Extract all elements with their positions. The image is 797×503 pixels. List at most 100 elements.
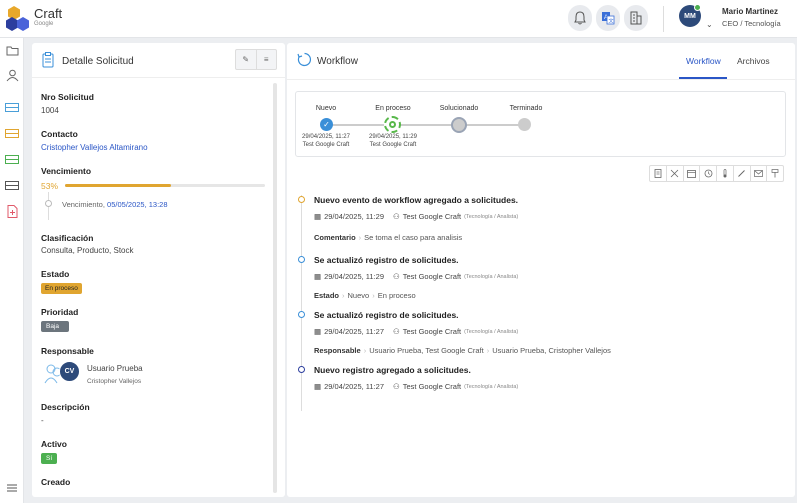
- event-detail-label: Responsable: [314, 346, 361, 355]
- responsable-sub: Cristopher Vallejos: [87, 378, 142, 385]
- calendar-icon: ▦: [314, 382, 322, 391]
- ticket-icon[interactable]: [5, 152, 19, 166]
- user-icon: ⚇: [393, 327, 400, 336]
- header-divider: [663, 6, 664, 32]
- step-done-check-icon[interactable]: ✓: [320, 118, 333, 131]
- ticket-icon[interactable]: [5, 126, 19, 140]
- calendar-icon[interactable]: [682, 166, 700, 181]
- event-detail-value: Usuario Prueba, Test Google Craft: [369, 346, 484, 355]
- responsable-label: Responsable: [41, 346, 94, 356]
- step-label-terminado: Terminado: [509, 105, 543, 112]
- step-meta-date: 29/04/2025, 11:27: [302, 134, 350, 140]
- workflow-header: Workflow Workflow Archivos: [287, 43, 795, 80]
- user-role: CEO / Tecnología: [722, 19, 781, 28]
- estado-label: Estado: [41, 269, 70, 279]
- user-icon[interactable]: [5, 68, 19, 82]
- bell-icon[interactable]: [568, 5, 592, 31]
- panel-header: Detalle Solicitud ✎ ≡: [32, 43, 285, 78]
- user-icon: ⚇: [393, 272, 400, 281]
- step-label-en-proceso: En proceso: [375, 105, 411, 112]
- event-user: Test Google Craft: [402, 327, 462, 336]
- building-icon[interactable]: [624, 5, 648, 31]
- contacto-link[interactable]: Cristopher Vallejos Altamirano: [41, 143, 148, 152]
- event-detail: Estado › Nuevo › En proceso: [314, 291, 416, 300]
- calendar-icon: ▦: [314, 212, 322, 221]
- event-detail-value: Usuario Prueba, Cristopher Vallejos: [492, 346, 611, 355]
- workflow-toolbar: [649, 165, 784, 182]
- workflow-icon: [297, 52, 312, 67]
- history-icon[interactable]: [699, 166, 716, 181]
- timeline-line: [301, 195, 302, 411]
- step-label-solucionado: Solucionado: [439, 105, 479, 112]
- activo-label: Activo: [41, 439, 67, 449]
- progress-percent: 53%: [41, 181, 59, 191]
- user-name[interactable]: Mario Martinez: [722, 7, 778, 16]
- edit-icon[interactable]: [732, 166, 750, 181]
- event-title: Nuevo evento de workflow agregado a soli…: [314, 195, 519, 205]
- document-add-icon[interactable]: [5, 204, 19, 218]
- sidebar: [0, 38, 24, 503]
- event-title: Nuevo registro agregado a solicitudes.: [314, 365, 471, 375]
- status-badge: En proceso: [41, 283, 82, 294]
- menu-icon[interactable]: ≡: [255, 50, 277, 69]
- panel-actions: ✎ ≡: [235, 49, 277, 70]
- active-tab-indicator: [679, 77, 727, 79]
- nro-value: 1004: [41, 106, 59, 115]
- request-detail-panel: Detalle Solicitud ✎ ≡ Nro Solicitud 1004…: [32, 43, 285, 497]
- mail-icon[interactable]: [749, 166, 767, 181]
- user-icon: ⚇: [393, 382, 400, 391]
- scrollbar[interactable]: [273, 83, 277, 493]
- clasificacion-value: Consulta, Producto, Stock: [41, 246, 134, 255]
- edit-icon[interactable]: ✎: [236, 50, 256, 69]
- descripcion-value: -: [41, 416, 44, 425]
- vencimiento-dot: [45, 200, 52, 207]
- ticket-icon[interactable]: [5, 100, 19, 114]
- calendar-icon: ▦: [314, 272, 322, 281]
- document-icon[interactable]: [650, 166, 666, 181]
- thermometer-icon[interactable]: [716, 166, 733, 181]
- workflow-panel: Workflow Workflow Archivos Nuevo En proc…: [287, 43, 795, 497]
- timeline-dot: [298, 256, 305, 263]
- step-connector: [332, 124, 390, 126]
- active-badge: Sí: [41, 453, 58, 464]
- folder-icon[interactable]: [5, 43, 19, 57]
- step-solucionado-circle[interactable]: [451, 117, 467, 133]
- ticket-icon[interactable]: [5, 178, 19, 192]
- responsable-initials: CV: [59, 361, 80, 382]
- event-date: 29/04/2025, 11:29: [324, 272, 385, 281]
- menu-icon[interactable]: [5, 481, 19, 495]
- tab-archivos[interactable]: Archivos: [737, 56, 770, 66]
- step-connector: [466, 124, 524, 126]
- step-terminado-circle[interactable]: [518, 118, 531, 131]
- brand-subtitle: Google: [34, 21, 54, 27]
- app-logo[interactable]: [5, 5, 31, 33]
- event-meta: ▦ 29/04/2025, 11:29 ⚇ Test Google Craft (T…: [314, 272, 518, 281]
- step-meta-date: 29/04/2025, 11:29: [369, 134, 417, 140]
- step-current-circle[interactable]: [384, 116, 401, 133]
- event-detail-value: En proceso: [377, 291, 416, 300]
- step-label-nuevo: Nuevo: [315, 105, 337, 112]
- translate-icon[interactable]: A文: [596, 5, 620, 31]
- event-role: (Tecnología / Analista): [464, 328, 519, 335]
- flag-icon[interactable]: [766, 166, 783, 181]
- prioridad-label: Prioridad: [41, 307, 79, 317]
- event-role: (Tecnología / Analista): [464, 273, 519, 280]
- event-date: 29/04/2025, 11:27: [324, 327, 385, 336]
- event-detail: Comentario › Se toma el caso para analisis: [314, 233, 463, 242]
- panel-title: Detalle Solicitud: [62, 56, 134, 67]
- tab-workflow[interactable]: Workflow: [686, 56, 721, 66]
- responsable-name: Usuario Prueba: [87, 364, 143, 373]
- step-meta-user: Test Google Craft: [302, 142, 350, 148]
- clipboard-icon: [42, 52, 54, 68]
- svg-text:文: 文: [609, 18, 614, 25]
- vencimiento-text: Vencimiento, 05/05/2025, 13:28: [62, 200, 168, 209]
- step-connector: [400, 124, 456, 126]
- venc-prefix: Vencimiento,: [62, 200, 105, 209]
- vencimiento-label: Vencimiento: [41, 166, 92, 176]
- contacto-label: Contacto: [41, 129, 78, 139]
- responsable-avatar[interactable]: CV: [44, 361, 80, 387]
- chevron-down-icon[interactable]: ⌄: [706, 20, 713, 29]
- event-meta: ▦ 29/04/2025, 11:27 ⚇ Test Google Craft (T…: [314, 382, 518, 391]
- shuffle-icon[interactable]: [665, 166, 683, 181]
- timeline-dot: [298, 311, 305, 318]
